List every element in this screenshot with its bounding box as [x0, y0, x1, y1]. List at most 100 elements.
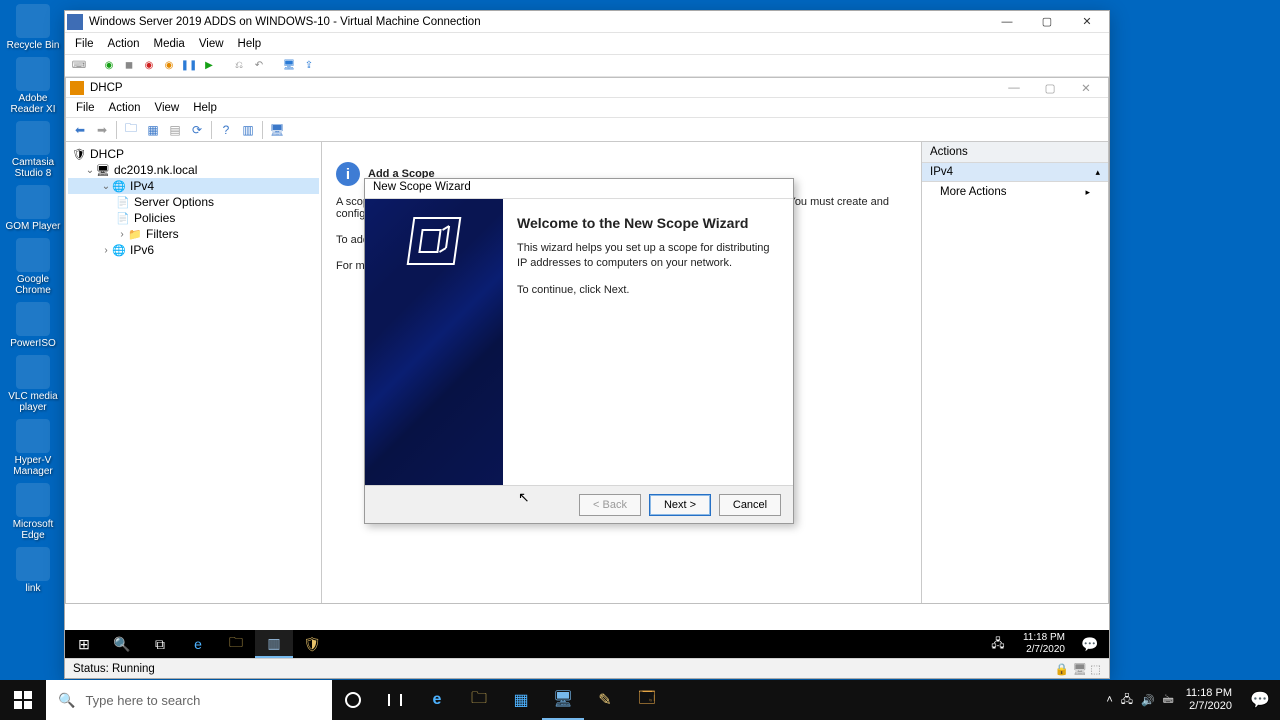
- tree-filters[interactable]: ›📁Filters: [68, 226, 319, 242]
- vm-titlebar[interactable]: Windows Server 2019 ADDS on WINDOWS-10 -…: [65, 11, 1109, 33]
- host-app-icon[interactable]: 🗔: [626, 680, 668, 720]
- vm-toolbar: ⌨ ◉ ◼ ◉ ◉ ❚❚ ▶ ⎌ ↶ 🖥 ⇪: [65, 55, 1109, 77]
- up-icon[interactable]: 🗀: [121, 120, 141, 140]
- save-icon[interactable]: ◉: [161, 58, 177, 74]
- vm-guest-desktop: DHCP — ▢ ✕ File Action View Help ⬅ ➡ 🗀 ▦…: [65, 77, 1109, 678]
- tree-server[interactable]: ⌄🖥dc2019.nk.local: [68, 162, 319, 178]
- mmc-menu-view[interactable]: View: [155, 102, 180, 114]
- back-icon[interactable]: ⬅: [70, 120, 90, 140]
- taskview-icon[interactable]: [374, 680, 416, 720]
- search-placeholder: Type here to search: [85, 693, 200, 708]
- tray-network-icon[interactable]: 🖧: [1121, 691, 1133, 710]
- host-clock[interactable]: 11:18 PM2/7/2020: [1178, 687, 1240, 713]
- next-button[interactable]: Next >: [649, 494, 711, 516]
- host-stickynotes-icon[interactable]: ✎: [584, 680, 626, 720]
- host-taskbar: 🔍 Type here to search e 🗀 ▦ 🖥 ✎ 🗔 ˄ 🖧 🔊 …: [0, 680, 1280, 720]
- adobe-reader-icon[interactable]: Adobe Reader XI: [4, 57, 62, 115]
- tree-policies[interactable]: 📄Policies: [68, 210, 319, 226]
- guest-start-button[interactable]: ⊞: [65, 630, 103, 658]
- mmc-close-button[interactable]: ✕: [1068, 78, 1104, 98]
- menu-action[interactable]: Action: [108, 38, 140, 50]
- checkpoint-icon[interactable]: ⎌: [231, 58, 247, 74]
- pause-icon[interactable]: ❚❚: [181, 58, 197, 74]
- tray-volume-icon[interactable]: 🔊: [1141, 694, 1155, 707]
- gom-player-icon[interactable]: GOM Player: [4, 185, 62, 232]
- mmc-maximize-button[interactable]: ▢: [1032, 78, 1068, 98]
- camtasia-icon[interactable]: Camtasia Studio 8: [4, 121, 62, 179]
- mmc-menu-file[interactable]: File: [76, 102, 95, 114]
- mmc-toolbar: ⬅ ➡ 🗀 ▦ ▤ ⟳ ? ▥ 🖥: [66, 118, 1108, 142]
- scope-tree: 🛡DHCP ⌄🖥dc2019.nk.local ⌄🌐IPv4 📄Server O…: [66, 142, 322, 603]
- tray-language-icon[interactable]: 🖮: [1163, 691, 1174, 710]
- mmc-minimize-button[interactable]: —: [996, 78, 1032, 98]
- vm-app-icon: [67, 14, 83, 30]
- menu-view[interactable]: View: [199, 38, 224, 50]
- refresh-icon[interactable]: ⟳: [187, 120, 207, 140]
- properties-icon[interactable]: ▤: [165, 120, 185, 140]
- guest-server-manager-icon[interactable]: ▥: [255, 630, 293, 658]
- tree-ipv4[interactable]: ⌄🌐IPv4: [68, 178, 319, 194]
- wizard-continue-text: To continue, click Next.: [517, 283, 779, 298]
- mmc-menu-help[interactable]: Help: [193, 102, 217, 114]
- guest-notifications-icon[interactable]: 💬: [1071, 630, 1109, 658]
- menu-media[interactable]: Media: [154, 38, 185, 50]
- tray-chevron-icon[interactable]: ˄: [1106, 694, 1112, 706]
- poweriso-icon[interactable]: PowerISO: [4, 302, 62, 349]
- guest-search-icon[interactable]: 🔍: [103, 630, 141, 658]
- host-explorer-icon[interactable]: 🗀: [458, 680, 500, 720]
- vlc-icon[interactable]: VLC media player: [4, 355, 62, 413]
- tree-ipv6[interactable]: ›🌐IPv6: [68, 242, 319, 258]
- more-actions[interactable]: More Actions▸: [922, 182, 1108, 202]
- hyperv-manager-icon[interactable]: Hyper-V Manager: [4, 419, 62, 477]
- tree-dhcp-root[interactable]: 🛡DHCP: [68, 146, 319, 162]
- actions-pane: Actions IPv4▴ More Actions▸: [922, 142, 1108, 603]
- vm-window-title: Windows Server 2019 ADDS on WINDOWS-10 -…: [89, 16, 987, 28]
- guest-ie-icon[interactable]: e: [179, 630, 217, 658]
- guest-network-icon[interactable]: 🖧: [979, 630, 1017, 658]
- menu-file[interactable]: File: [75, 38, 94, 50]
- host-start-button[interactable]: [0, 680, 46, 720]
- cancel-button[interactable]: Cancel: [719, 494, 781, 516]
- start-icon[interactable]: ◉: [101, 58, 117, 74]
- link-file-icon[interactable]: link: [4, 547, 62, 594]
- vm-connection-window: Windows Server 2019 ADDS on WINDOWS-10 -…: [64, 10, 1110, 679]
- menu-help[interactable]: Help: [238, 38, 262, 50]
- guest-taskview-icon[interactable]: ⧉: [141, 630, 179, 658]
- recycle-bin-icon[interactable]: Recycle Bin: [4, 4, 62, 51]
- host-tray[interactable]: ˄ 🖧 🔊 🖮: [1102, 691, 1177, 710]
- host-notifications-icon[interactable]: 💬: [1240, 680, 1280, 720]
- maximize-button[interactable]: ▢: [1027, 11, 1067, 33]
- forward-icon[interactable]: ➡: [92, 120, 112, 140]
- enhanced-session-icon[interactable]: 🖥: [281, 58, 297, 74]
- host-search-box[interactable]: 🔍 Type here to search: [46, 680, 332, 720]
- mmc-menubar: File Action View Help: [66, 98, 1108, 118]
- mmc-titlebar[interactable]: DHCP — ▢ ✕: [66, 78, 1108, 98]
- tree-server-options[interactable]: 📄Server Options: [68, 194, 319, 210]
- chrome-icon[interactable]: Google Chrome: [4, 238, 62, 296]
- shutdown-icon[interactable]: ◉: [141, 58, 157, 74]
- edge-icon[interactable]: Microsoft Edge: [4, 483, 62, 541]
- list-icon[interactable]: ▦: [143, 120, 163, 140]
- revert-icon[interactable]: ↶: [251, 58, 267, 74]
- minimize-button[interactable]: —: [987, 11, 1027, 33]
- host-store-icon[interactable]: ▦: [500, 680, 542, 720]
- close-button[interactable]: ✕: [1067, 11, 1107, 33]
- actions-group-ipv4[interactable]: IPv4▴: [922, 163, 1108, 182]
- guest-clock[interactable]: 11:18 PM2/7/2020: [1017, 632, 1071, 656]
- wizard-titlebar[interactable]: New Scope Wizard: [365, 179, 793, 199]
- host-hyperv-icon[interactable]: 🖥: [542, 680, 584, 720]
- ctrl-alt-del-icon[interactable]: ⌨: [71, 58, 87, 74]
- cortana-icon[interactable]: [332, 680, 374, 720]
- reset-icon[interactable]: ▶: [201, 58, 217, 74]
- search-icon: 🔍: [58, 692, 75, 709]
- help-icon[interactable]: ?: [216, 120, 236, 140]
- host-edge-icon[interactable]: e: [416, 680, 458, 720]
- monitor-icon[interactable]: 🖥: [267, 120, 287, 140]
- mmc-menu-action[interactable]: Action: [109, 102, 141, 114]
- export-icon[interactable]: ▥: [238, 120, 258, 140]
- share-icon[interactable]: ⇪: [301, 58, 317, 74]
- turnoff-icon[interactable]: ◼: [121, 58, 137, 74]
- dhcp-console-window: DHCP — ▢ ✕ File Action View Help ⬅ ➡ 🗀 ▦…: [65, 77, 1109, 604]
- guest-dhcp-icon[interactable]: 🛡: [293, 630, 331, 658]
- guest-explorer-icon[interactable]: 🗀: [217, 630, 255, 658]
